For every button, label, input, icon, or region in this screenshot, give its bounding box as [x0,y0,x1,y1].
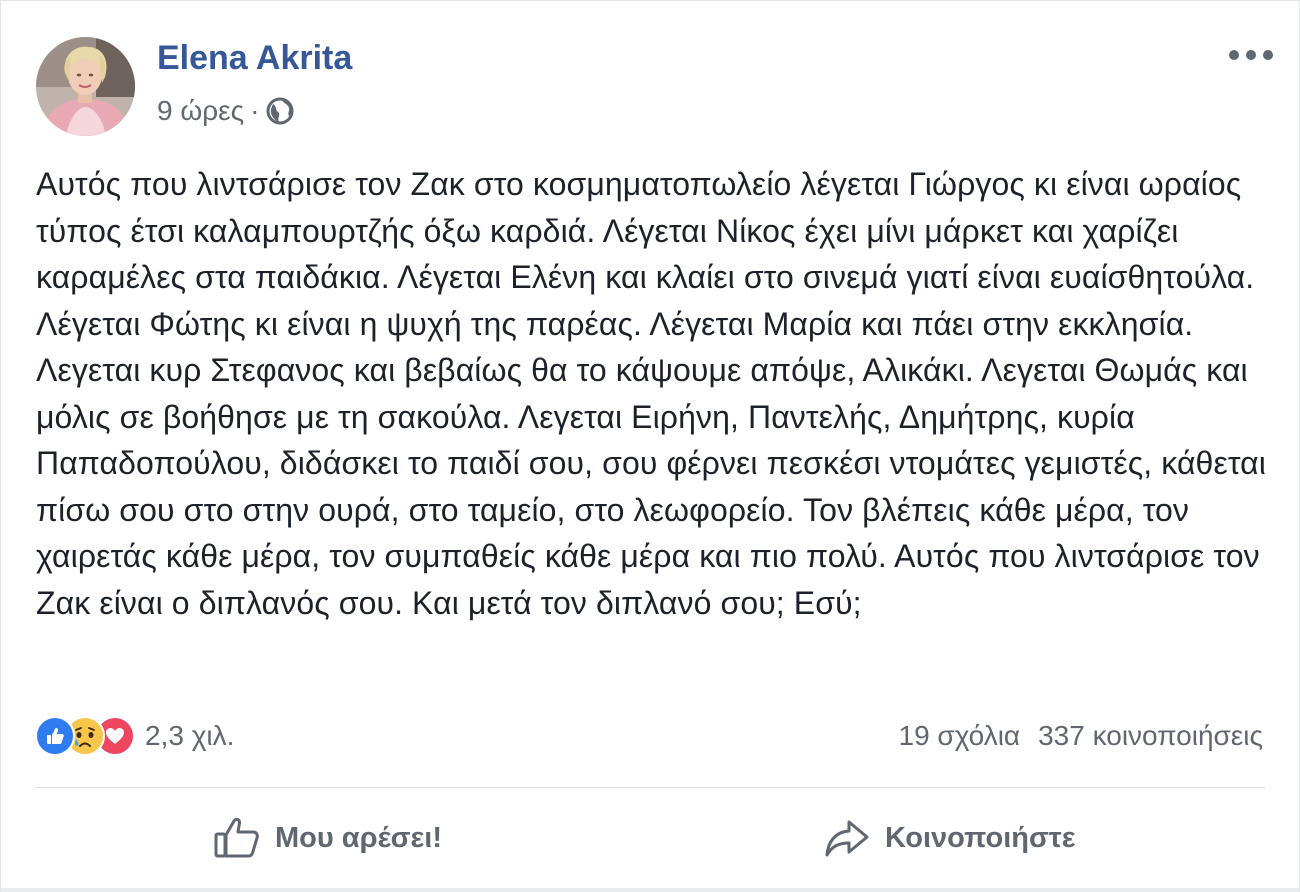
author-avatar[interactable] [36,37,135,136]
shares-count-link[interactable]: 337 κοινοποιήσεις [1038,720,1263,752]
author-name-link[interactable]: Elena Akrita [157,39,352,78]
share-arrow-icon [825,820,869,857]
card-bottom-border [1,888,1299,892]
thumbs-up-icon [214,817,259,858]
more-options-button[interactable] [1229,41,1273,69]
globe-icon[interactable] [265,96,295,126]
reactions-count[interactable]: 2,3 χιλ. [145,720,234,752]
post-stats: 19 σχόλια 337 κοινοποιήσεις [899,717,1264,755]
post-meta: 9 ώρες · [157,93,295,129]
share-button-label: Κοινοποιήστε [885,821,1076,854]
more-dot-icon [1246,50,1256,60]
share-button[interactable]: Κοινοποιήστε [823,809,1076,867]
more-dot-icon [1263,50,1273,60]
post-timestamp[interactable]: 9 ώρες [157,95,244,127]
avatar-image [36,37,135,136]
comments-count-link[interactable]: 19 σχόλια [899,720,1021,752]
like-button-label: Μου αρέσει! [275,821,442,854]
meta-separator: · [250,95,260,126]
post-card: Elena Akrita 9 ώρες · Αυτός που λιντσάρι… [0,0,1300,892]
like-reaction-icon [35,716,75,756]
actions-divider [35,787,1265,788]
post-text: Αυτός που λιντσάρισε τον Ζακ στο κοσμημα… [36,166,1266,621]
like-button[interactable]: Μου αρέσει! [213,809,442,867]
reactions-summary[interactable]: 2,3 χιλ. [35,715,234,757]
more-dot-icon [1229,50,1239,60]
